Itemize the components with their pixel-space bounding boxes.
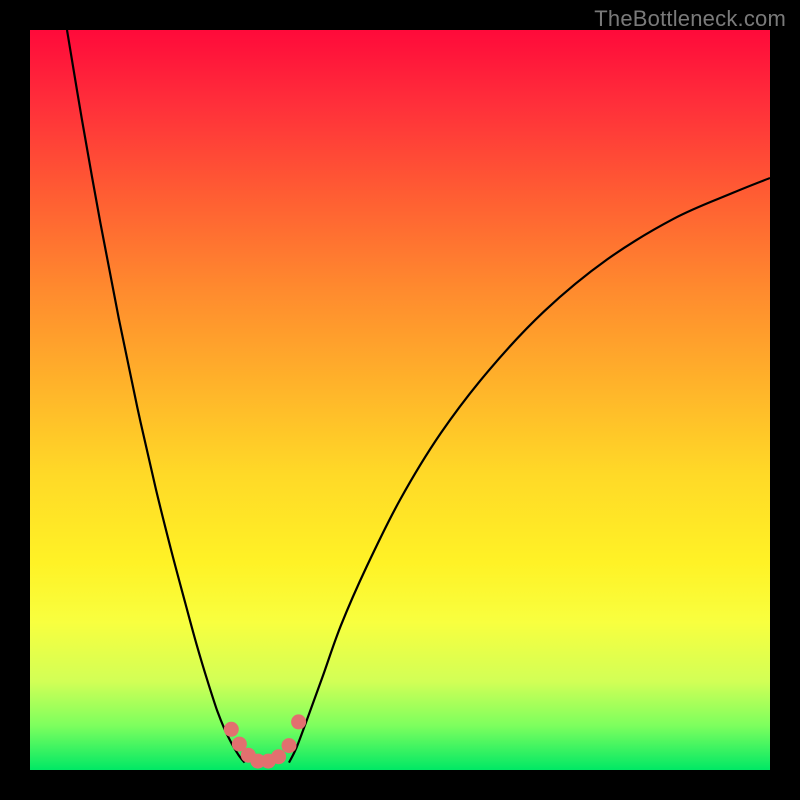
curve-right [289,178,770,763]
marker-group [224,714,306,768]
curve-left [67,30,245,763]
data-marker [271,749,286,764]
data-marker [291,714,306,729]
chart-plot-area [30,30,770,770]
chart-overlay [30,30,770,770]
data-marker [282,738,297,753]
watermark-text: TheBottleneck.com [594,6,786,32]
data-marker [224,722,239,737]
